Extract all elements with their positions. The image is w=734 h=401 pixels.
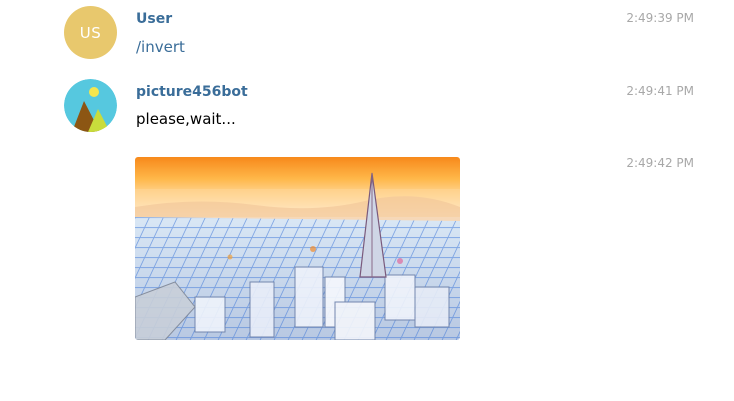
message-author[interactable]: picture456bot bbox=[136, 84, 248, 100]
bot-avatar[interactable] bbox=[64, 79, 117, 132]
message-text[interactable]: /invert bbox=[136, 38, 185, 56]
avatar-initials: US bbox=[79, 23, 102, 42]
message-text: please,wait... bbox=[136, 110, 236, 128]
user-avatar[interactable]: US bbox=[64, 6, 117, 59]
message-timestamp: 2:49:41 PM bbox=[626, 84, 694, 98]
message-timestamp: 2:49:42 PM bbox=[626, 156, 694, 170]
message-author[interactable]: User bbox=[136, 11, 172, 27]
message-timestamp: 2:49:39 PM bbox=[626, 11, 694, 25]
inverted-city-aerial-photo[interactable] bbox=[135, 157, 460, 340]
mountain-landscape-icon bbox=[64, 79, 117, 132]
chat-history: { "messages": [ { "author": "User", "ava… bbox=[0, 0, 734, 401]
